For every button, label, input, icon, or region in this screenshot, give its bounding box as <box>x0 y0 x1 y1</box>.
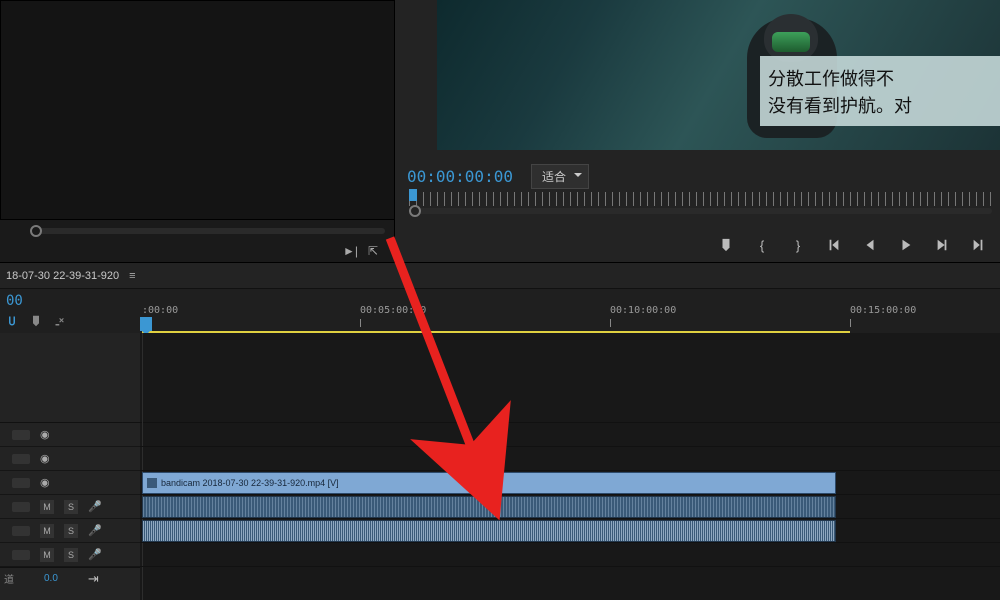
solo-button[interactable]: S <box>64 524 78 538</box>
mic-icon[interactable]: 🎤 <box>88 548 102 561</box>
program-ruler[interactable] <box>409 192 992 206</box>
timeline-ruler[interactable]: :00:00 00:05:00:00 00:10:00:00 00:15:00:… <box>140 289 1000 333</box>
audio-clip[interactable] <box>142 520 836 542</box>
ruler-tick: 00:10:00:00 <box>610 305 676 316</box>
go-to-in-button[interactable] <box>826 237 842 253</box>
video-track-header[interactable]: ◉ <box>0 423 140 447</box>
track-toggle-icon[interactable] <box>12 502 30 512</box>
mute-button[interactable]: M <box>40 524 54 538</box>
mark-out-button[interactable]: } <box>790 237 806 253</box>
source-scrubber[interactable] <box>30 228 385 234</box>
video-clip[interactable]: bandicam 2018-07-30 22-39-31-920.mp4 [V] <box>142 472 836 494</box>
step-forward-button[interactable] <box>934 237 950 253</box>
audio-track-header[interactable]: M S 🎤 <box>0 543 140 567</box>
eye-icon[interactable]: ◉ <box>40 428 54 442</box>
insert-button[interactable]: ►| <box>343 244 358 258</box>
sequence-title[interactable]: 18-07-30 22-39-31-920 <box>6 270 119 282</box>
mark-in-button[interactable]: { <box>754 237 770 253</box>
video-track-header[interactable]: ◉ <box>0 471 140 495</box>
subtitle-overlay: 分散工作做得不 没有看到护航。对 <box>760 56 1000 126</box>
program-timecode[interactable]: 00:00:00:00 <box>407 167 513 186</box>
solo-button[interactable]: S <box>64 548 78 562</box>
timeline-panel: 18-07-30 22-39-31-920 ≡ 00 :00:00 00:05:… <box>0 262 1000 600</box>
solo-button[interactable]: S <box>64 500 78 514</box>
scrub-handle[interactable] <box>30 225 42 237</box>
go-to-out-button[interactable] <box>970 237 986 253</box>
ruler-tick: :00:00 <box>142 305 178 316</box>
master-value[interactable]: 0.0 <box>44 573 58 584</box>
track-headers: ◉ ◉ ◉ M S 🎤 M S 🎤 M S 🎤 道 0.0 ⇥ <box>0 333 140 600</box>
timeline-playhead[interactable] <box>140 317 152 331</box>
source-monitor <box>0 0 395 220</box>
preview-figure <box>764 14 818 62</box>
play-button[interactable] <box>898 237 914 253</box>
clip-label: bandicam 2018-07-30 22-39-31-920.mp4 [V] <box>161 478 339 488</box>
snap-toggle-icon[interactable]: ⇥ <box>88 571 99 587</box>
transport-bar: { } <box>395 228 1000 262</box>
scrub-handle[interactable] <box>409 205 421 217</box>
program-panel: 分散工作做得不 没有看到护航。对 00:00:00:00 适合 { } <box>395 0 1000 262</box>
program-playhead[interactable] <box>409 189 417 201</box>
zoom-fit-dropdown[interactable]: 适合 <box>531 164 589 189</box>
step-back-button[interactable] <box>862 237 878 253</box>
marker-tool-icon[interactable] <box>30 315 42 330</box>
track-toggle-icon[interactable] <box>12 454 30 464</box>
ruler-tick: 00:05:00:00 <box>360 305 426 316</box>
snap-icon[interactable] <box>6 315 18 330</box>
export-frame-button[interactable]: ⇱ <box>368 244 378 258</box>
subtitle-line2: 没有看到护航。对 <box>768 93 992 120</box>
mute-button[interactable]: M <box>40 548 54 562</box>
track-toggle-icon[interactable] <box>12 478 30 488</box>
eye-icon[interactable]: ◉ <box>40 452 54 466</box>
program-scrubber[interactable] <box>409 208 992 214</box>
mute-button[interactable]: M <box>40 500 54 514</box>
mic-icon[interactable]: 🎤 <box>88 524 102 537</box>
timeline-timecode[interactable]: 00 <box>6 293 134 309</box>
master-row: 道 0.0 ⇥ <box>0 567 140 589</box>
audio-track-header[interactable]: M S 🎤 <box>0 495 140 519</box>
mic-icon[interactable]: 🎤 <box>88 500 102 513</box>
settings-icon[interactable] <box>54 315 66 330</box>
program-monitor[interactable]: 分散工作做得不 没有看到护航。对 <box>437 0 1000 150</box>
track-toggle-icon[interactable] <box>12 526 30 536</box>
marker-icon[interactable] <box>718 237 734 253</box>
clip-fx-icon <box>147 478 157 488</box>
track-toggle-icon[interactable] <box>12 430 30 440</box>
panel-menu-icon[interactable]: ≡ <box>129 270 136 282</box>
track-toggle-icon[interactable] <box>12 550 30 560</box>
audio-track-header[interactable]: M S 🎤 <box>0 519 140 543</box>
track-content-area[interactable]: bandicam 2018-07-30 22-39-31-920.mp4 [V] <box>140 333 1000 600</box>
ruler-tick: 00:15:00:00 <box>850 305 916 316</box>
audio-clip[interactable] <box>142 496 836 518</box>
subtitle-line1: 分散工作做得不 <box>768 66 992 93</box>
source-panel: ►| ⇱ <box>0 0 395 262</box>
master-label: 道 <box>4 571 14 586</box>
eye-icon[interactable]: ◉ <box>40 476 54 490</box>
timeline-header: 18-07-30 22-39-31-920 ≡ <box>0 263 1000 289</box>
video-track-header[interactable]: ◉ <box>0 447 140 471</box>
